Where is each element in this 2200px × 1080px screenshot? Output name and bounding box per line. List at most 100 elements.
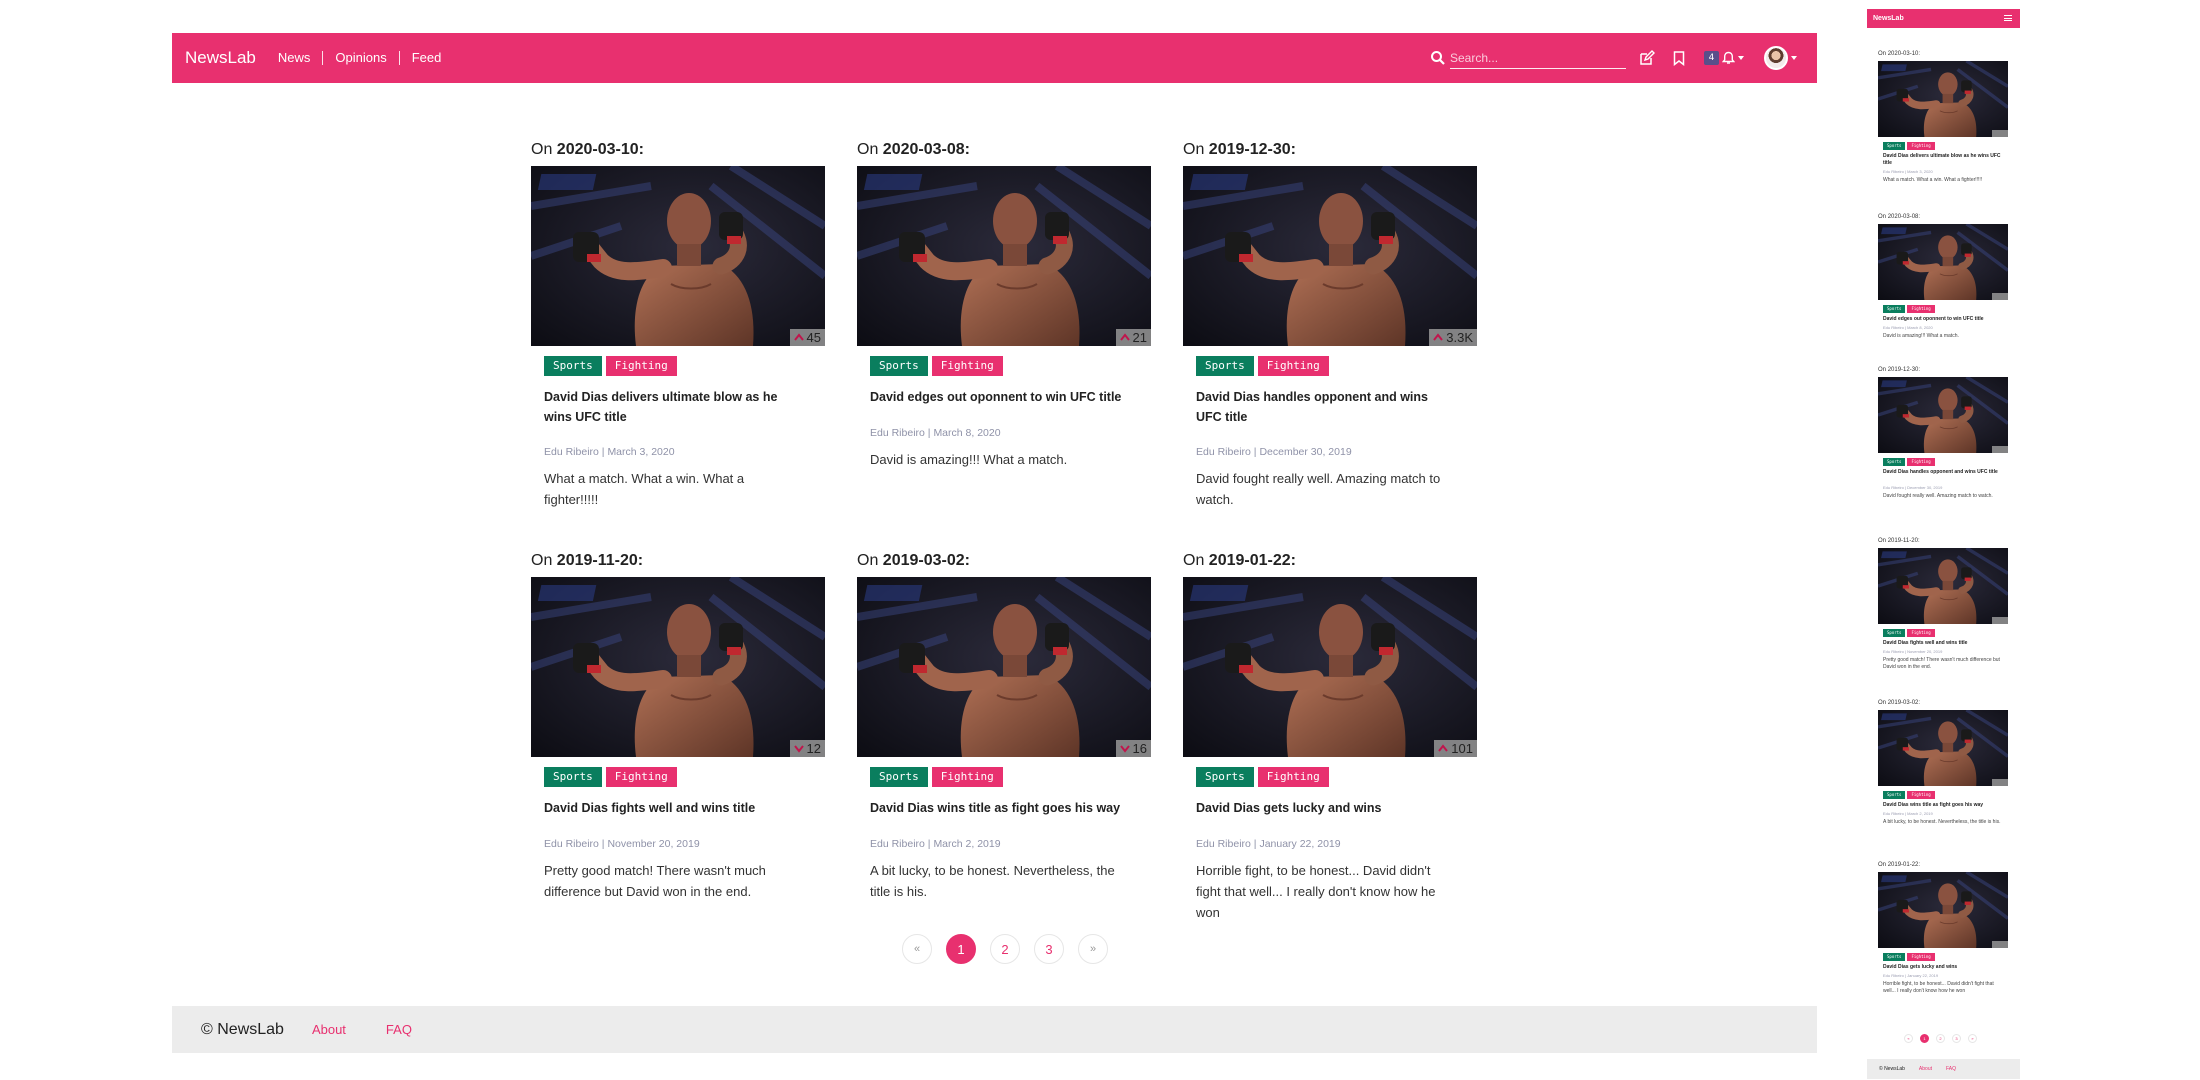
pagination-page-2[interactable]: 2	[990, 934, 1020, 964]
tag-sports[interactable]: Sports	[870, 356, 928, 376]
mobile-vote-badge[interactable]	[1992, 130, 2008, 137]
mobile-article-image[interactable]	[1878, 61, 2008, 137]
pagination-prev-button[interactable]: «	[902, 934, 932, 964]
article-image[interactable]: 16	[857, 577, 1151, 757]
mobile-pagination-page-2[interactable]: 2	[1936, 1034, 1945, 1043]
mobile-article-image[interactable]	[1878, 548, 2008, 624]
bookmark-icon[interactable]	[1670, 49, 1688, 67]
mobile-article-image[interactable]	[1878, 224, 2008, 300]
tag-fighting[interactable]: Fighting	[1257, 767, 1329, 787]
mobile-article-card[interactable]: On 2019-11-20: Sports Fighting David Dias f…	[1878, 538, 2008, 670]
mobile-vote-badge[interactable]	[1992, 293, 2008, 300]
mobile-article-card[interactable]: On 2019-12-30: Sports Fighting David Dias h…	[1878, 367, 2008, 499]
pagination-page-3[interactable]: 3	[1034, 934, 1064, 964]
article-title[interactable]: David edges out oponnent to win UFC titl…	[870, 387, 1130, 407]
tag-fighting[interactable]: Fighting	[605, 767, 677, 787]
article-card[interactable]: On 2019-01-22: 101 Sports Fighting David Dia…	[1183, 552, 1477, 920]
tag-sports[interactable]: Sports	[1196, 767, 1254, 787]
tag-fighting[interactable]: Fighting	[1257, 356, 1329, 376]
search-input[interactable]	[1450, 49, 1626, 69]
tag-fighting[interactable]: Fighting	[1907, 953, 1935, 961]
tag-sports[interactable]: Sports	[1883, 791, 1906, 799]
mobile-article-card[interactable]: On 2019-01-22: Sports Fighting David Dias g…	[1878, 862, 2008, 994]
mobile-pagination-page-1[interactable]: 1	[1920, 1034, 1929, 1043]
mobile-tag-list: Sports Fighting	[1883, 458, 1935, 466]
article-title[interactable]: David Dias fights well and wins title	[544, 798, 804, 818]
mobile-article-title[interactable]: David edges out oponnent to win UFC titl…	[1883, 316, 2003, 323]
nav-link-feed[interactable]: Feed	[398, 51, 454, 65]
article-card[interactable]: On 2019-03-02: 16 Sports Fighting David Dias…	[857, 552, 1151, 899]
tag-fighting[interactable]: Fighting	[605, 356, 677, 376]
vote-badge[interactable]: 16	[1115, 740, 1151, 757]
nav-link-opinions[interactable]: Opinions	[322, 51, 398, 65]
tag-fighting[interactable]: Fighting	[1907, 791, 1935, 799]
tag-fighting[interactable]: Fighting	[1907, 305, 1935, 313]
footer-link-faq[interactable]: FAQ	[386, 1022, 412, 1037]
tag-sports[interactable]: Sports	[1883, 305, 1906, 313]
mobile-article-title[interactable]: David Dias delivers ultimate blow as he …	[1883, 153, 2003, 167]
mobile-article-image[interactable]	[1878, 710, 2008, 786]
article-title[interactable]: David Dias delivers ultimate blow as he …	[544, 387, 804, 427]
mobile-article-card[interactable]: On 2020-03-10: Sports Fighting David Dias d…	[1878, 51, 2008, 183]
tag-sports[interactable]: Sports	[1883, 142, 1906, 150]
nav-link-news[interactable]: News	[276, 51, 323, 65]
mobile-pagination-next-button[interactable]: »	[1968, 1034, 1977, 1043]
article-card[interactable]: On 2020-03-08: 21 Sports Fighting David edge…	[857, 141, 1151, 467]
tag-sports[interactable]: Sports	[544, 356, 602, 376]
mobile-article-title[interactable]: David Dias handles opponent and wins UFC…	[1883, 469, 2003, 476]
mobile-brand-logo[interactable]: NewsLab	[1873, 15, 1904, 22]
article-title[interactable]: David Dias handles opponent and wins UFC…	[1196, 387, 1456, 427]
tag-sports[interactable]: Sports	[1883, 629, 1906, 637]
mobile-pagination-prev-button[interactable]: «	[1904, 1034, 1913, 1043]
vote-badge[interactable]: 45	[789, 329, 825, 346]
article-title[interactable]: David Dias gets lucky and wins	[1196, 798, 1456, 818]
brand-logo[interactable]: NewsLab	[185, 48, 256, 68]
article-image[interactable]: 45	[531, 166, 825, 346]
tag-sports[interactable]: Sports	[1883, 953, 1906, 961]
vote-badge[interactable]: 101	[1434, 740, 1477, 757]
footer-link-about[interactable]: About	[312, 1022, 346, 1037]
search-icon[interactable]	[1430, 50, 1446, 66]
article-card[interactable]: On 2019-11-20: 12 Sports Fighting David Dias…	[531, 552, 825, 899]
mobile-tag-list: Sports Fighting	[1883, 791, 1935, 799]
user-menu[interactable]	[1744, 46, 1797, 70]
article-image[interactable]: 101	[1183, 577, 1477, 757]
notifications-dropdown[interactable]	[1722, 51, 1744, 65]
pagination-page-1[interactable]: 1	[946, 934, 976, 964]
tag-sports[interactable]: Sports	[870, 767, 928, 787]
mobile-vote-badge[interactable]	[1992, 617, 2008, 624]
mobile-footer-link-faq[interactable]: FAQ	[1946, 1066, 1956, 1072]
menu-icon[interactable]	[2004, 15, 2012, 21]
tag-sports[interactable]: Sports	[544, 767, 602, 787]
mobile-vote-badge[interactable]	[1992, 446, 2008, 453]
mobile-article-card[interactable]: On 2020-03-08: Sports Fighting David edges …	[1878, 214, 2008, 339]
article-image[interactable]: 3.3K	[1183, 166, 1477, 346]
tag-fighting[interactable]: Fighting	[1907, 629, 1935, 637]
article-title[interactable]: David Dias wins title as fight goes his …	[870, 798, 1130, 818]
vote-badge[interactable]: 3.3K	[1429, 329, 1477, 346]
vote-badge[interactable]: 21	[1115, 329, 1151, 346]
mobile-article-title[interactable]: David Dias fights well and wins title	[1883, 640, 2003, 647]
mobile-article-card[interactable]: On 2019-03-02: Sports Fighting David Dias w…	[1878, 700, 2008, 825]
edit-icon[interactable]	[1638, 49, 1656, 67]
article-image[interactable]: 12	[531, 577, 825, 757]
mobile-vote-badge[interactable]	[1992, 941, 2008, 948]
tag-fighting[interactable]: Fighting	[1907, 142, 1935, 150]
pagination-next-button[interactable]: »	[1078, 934, 1108, 964]
tag-sports[interactable]: Sports	[1883, 458, 1906, 466]
mobile-vote-badge[interactable]	[1992, 779, 2008, 786]
article-card[interactable]: On 2019-12-30: 3.3K Sports Fighting David Di…	[1183, 141, 1477, 507]
mobile-pagination-page-3[interactable]: 3	[1952, 1034, 1961, 1043]
mobile-footer-link-about[interactable]: About	[1919, 1066, 1932, 1072]
tag-fighting[interactable]: Fighting	[1907, 458, 1935, 466]
tag-sports[interactable]: Sports	[1196, 356, 1254, 376]
article-card[interactable]: On 2020-03-10: 45 Sports Fighting David Dias…	[531, 141, 825, 507]
vote-badge[interactable]: 12	[789, 740, 825, 757]
tag-fighting[interactable]: Fighting	[931, 767, 1003, 787]
mobile-article-image[interactable]	[1878, 872, 2008, 948]
tag-fighting[interactable]: Fighting	[931, 356, 1003, 376]
article-image[interactable]: 21	[857, 166, 1151, 346]
mobile-article-title[interactable]: David Dias wins title as fight goes his …	[1883, 802, 2003, 809]
mobile-article-title[interactable]: David Dias gets lucky and wins	[1883, 964, 2003, 971]
mobile-article-image[interactable]	[1878, 377, 2008, 453]
